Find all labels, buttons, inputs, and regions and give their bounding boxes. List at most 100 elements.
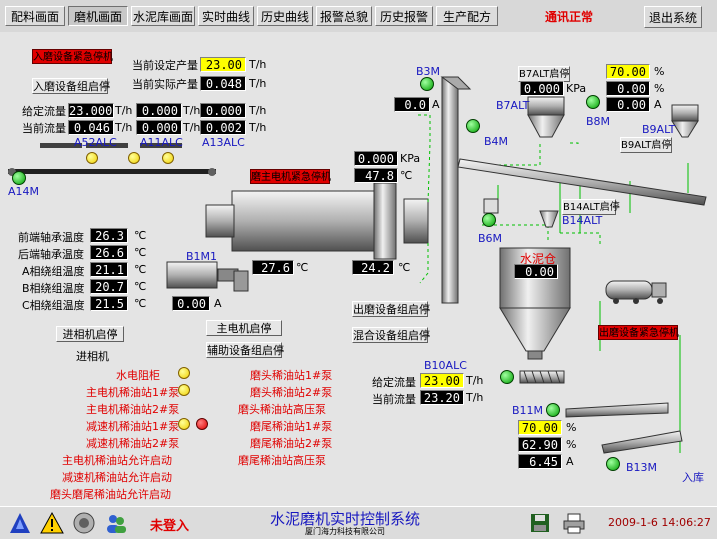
head-tail-oil-permit-label: 磨头磨尾稀油站允许启动 [50, 488, 171, 501]
b10-motor-icon[interactable] [500, 370, 514, 384]
temp-unit: ℃ [134, 263, 147, 276]
b10-current-flow-value: 23.20 [420, 390, 464, 405]
b11-conveyor [565, 402, 683, 454]
unit-th: T/h [115, 121, 133, 134]
mill-outlet-temp: 47.8 [354, 168, 398, 183]
unit-th: T/h [249, 58, 267, 71]
unit-th: T/h [466, 374, 484, 387]
b14alt-start-button[interactable]: B14ALT启停 [562, 199, 620, 215]
pct-unit: % [654, 65, 665, 78]
b9alt-start-button[interactable]: B9ALT启停 [620, 137, 672, 153]
unit-th: T/h [249, 121, 267, 134]
mill-inlet-estop-button[interactable]: 入磨设备紧急停机 [32, 49, 113, 64]
feeder-3-indicator [162, 152, 174, 164]
temp-unit: ℃ [134, 297, 147, 310]
reducer-oil-pump2-label: 减速机稀油站2#泵 [86, 437, 180, 450]
b10-given-flow-field[interactable]: 23.00 [420, 373, 464, 388]
mill-motor [166, 261, 249, 292]
feeder-label-a13alc: A13ALC [202, 136, 245, 149]
pressure-unit: KPa [566, 82, 587, 95]
tab-batching[interactable]: 配料画面 [5, 6, 65, 26]
alarm-warning-icon[interactable] [40, 511, 64, 535]
given-flow-2[interactable]: 0.000 [136, 103, 182, 118]
separator-b9 [671, 104, 699, 138]
unit-th: T/h [183, 104, 201, 117]
b11-value-1: 62.90 [518, 437, 562, 452]
mill-outlet-group-button[interactable]: 出磨设备组启停 [352, 301, 430, 317]
unit-th: T/h [115, 104, 133, 117]
reducer-oil-pump1-indicator [178, 418, 190, 430]
mill-main-estop-button[interactable]: 磨主电机紧急停机 [250, 169, 331, 184]
b7-pressure-value: 0.000 [520, 81, 564, 96]
b7-setpoint-field[interactable]: 70.00 [606, 64, 650, 79]
users-icon[interactable] [104, 511, 128, 535]
mill-motor-current: 0.00 [172, 296, 210, 311]
elevator-motor-icon[interactable] [420, 77, 434, 91]
mill-motor-temp: 27.6 [252, 260, 294, 275]
belt-a14m-motor-icon[interactable] [12, 171, 26, 185]
pressure-unit: KPa [400, 152, 421, 165]
b7-value-1: 0.00 [606, 81, 650, 96]
mill-outlet-estop-button[interactable]: 出磨设备紧急停机 [598, 325, 679, 340]
current-unit: A [432, 98, 440, 111]
bearing-rear-label: 后端轴承温度 [18, 248, 84, 261]
tab-cement-silo[interactable]: 水泥库画面 [131, 6, 195, 26]
pct-unit: % [566, 438, 577, 451]
b4m-motor-icon[interactable] [466, 119, 480, 133]
set-output-field[interactable]: 23.00 [200, 57, 246, 72]
b11-setpoint-field[interactable]: 70.00 [518, 420, 562, 435]
home-icon[interactable] [8, 511, 32, 535]
phase-advancer-button[interactable]: 进相机启停 [56, 326, 124, 342]
current-flow-1: 0.046 [68, 120, 114, 135]
b13m-motor-icon[interactable] [606, 457, 620, 471]
motor-oil-pump2-label: 主电机稀油站2#泵 [86, 403, 180, 416]
b10-current-flow-label: 当前流量 [372, 393, 416, 406]
current-unit: A [214, 297, 222, 310]
winding-c-label: C相绕组温度 [22, 299, 85, 312]
winding-b-label: B相绕组温度 [22, 282, 85, 295]
winding-c-value: 21.5 [90, 296, 128, 311]
reducer-oil-permit-label: 减速机稀油站允许启动 [62, 471, 172, 484]
printer-icon[interactable] [562, 511, 586, 535]
sound-icon[interactable] [72, 511, 96, 535]
phase-advancer-label: 进相机 [76, 350, 109, 363]
b6m-motor-icon[interactable] [482, 213, 496, 227]
b14alt-label: B14ALT [562, 214, 603, 227]
exit-button[interactable]: 退出系统 [644, 6, 702, 28]
b11m-motor-icon[interactable] [546, 403, 560, 417]
motor-oil-pump1-indicator [178, 384, 190, 396]
winding-b-value: 20.7 [90, 279, 128, 294]
tab-mill[interactable]: 磨机画面 [68, 6, 128, 26]
tab-recipe[interactable]: 生产配方 [436, 6, 498, 26]
temp-unit: ℃ [134, 229, 147, 242]
given-flow-1[interactable]: 23.000 [68, 103, 114, 118]
mill-discharge-temp: 24.2 [352, 260, 394, 275]
b10alc-label: B10ALC [424, 359, 467, 372]
temp-unit: ℃ [296, 261, 309, 274]
login-status[interactable]: 未登入 [150, 515, 189, 534]
temp-unit: ℃ [398, 261, 411, 274]
actual-output-label: 当前实际产量 [132, 78, 198, 91]
actual-output-value: 0.048 [200, 76, 246, 91]
aux-equipment-button[interactable]: 辅助设备组启停 [206, 342, 284, 358]
tab-alarm-overview[interactable]: 报警总貌 [316, 6, 372, 26]
tab-history-curve[interactable]: 历史曲线 [257, 6, 313, 26]
mill-inlet-group-button[interactable]: 入磨设备组启停 [32, 78, 110, 94]
b7alt-start-button[interactable]: B7ALT启停 [518, 66, 570, 82]
save-icon[interactable] [528, 511, 552, 535]
elevator-current: 0.0 [394, 97, 430, 112]
ball-mill [205, 182, 429, 260]
head-oil-pump2-label: 磨头稀油站2#泵 [250, 386, 333, 399]
reducer-oil-pump1-alarm [196, 418, 208, 430]
temp-unit: ℃ [134, 246, 147, 259]
main-motor-start-button[interactable]: 主电机启停 [206, 320, 282, 336]
tab-realtime-curve[interactable]: 实时曲线 [198, 6, 254, 26]
datetime: 2009-1-6 14:06:27 [608, 516, 711, 529]
mixing-group-button[interactable]: 混合设备组启停 [352, 327, 430, 343]
b13m-label: B13M [626, 461, 658, 474]
tab-history-alarm[interactable]: 历史报警 [375, 6, 433, 26]
given-flow-3[interactable]: 0.000 [200, 103, 246, 118]
unit-th: T/h [249, 77, 267, 90]
pct-unit: % [654, 82, 665, 95]
b8m-motor-icon[interactable] [586, 95, 600, 109]
